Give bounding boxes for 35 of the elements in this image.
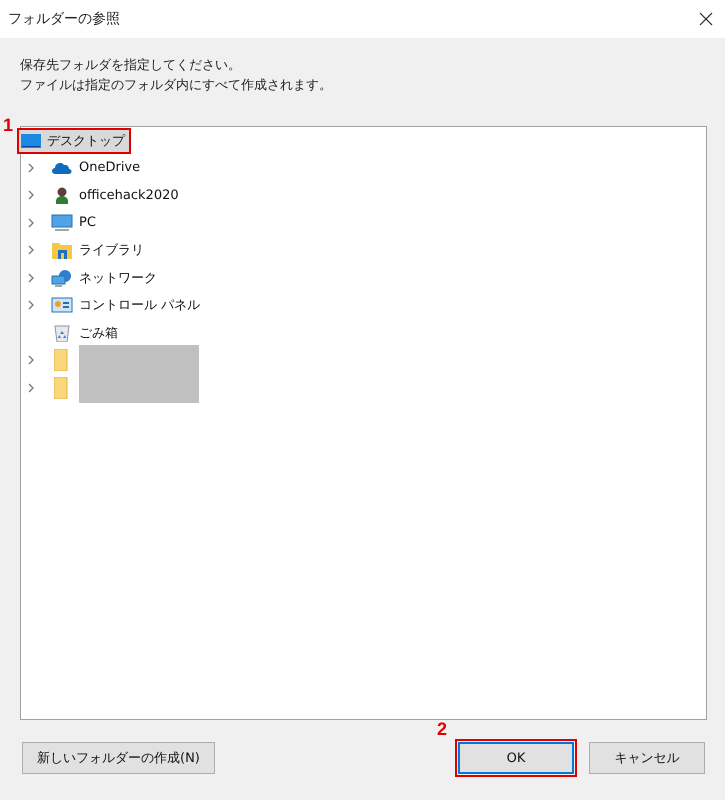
tree-item[interactable]: ネットワーク [79,268,157,287]
dialog-button[interactable]: OK [458,742,574,774]
expand-chevron-icon[interactable] [28,382,35,393]
close-icon[interactable] [699,12,713,26]
user-icon [54,186,70,204]
expand-chevron-icon[interactable] [28,300,35,310]
expand-chevron-icon[interactable] [28,190,35,200]
cloud-icon [52,162,72,174]
tree-item[interactable]: コントロール パネル [79,296,200,314]
tree-item[interactable]: officehack2020 [79,188,179,203]
instruction-text: ファイルは指定のフォルダ内にすべて作成されます。 [20,77,333,94]
recycle-bin-icon [54,324,70,342]
expand-chevron-icon[interactable] [28,162,35,173]
expand-chevron-icon[interactable] [28,355,35,366]
tree-item[interactable]: OneDrive [79,160,140,176]
folder-icon [54,376,70,399]
window-title: フォルダーの参照 [8,10,120,28]
dialog-button[interactable]: キャンセル [589,742,705,774]
expand-chevron-icon[interactable] [28,245,35,256]
library-folder-icon [52,241,72,260]
tree-item[interactable]: ライブラリ [79,241,144,260]
tree-item[interactable]: デスクトップ [19,130,129,152]
callout-number: 2 [437,719,448,740]
folder-icon [54,349,70,372]
tree-item[interactable]: PC [79,215,96,230]
expand-chevron-icon[interactable] [28,218,35,228]
instruction-text: 保存先フォルダを指定してください。 [20,57,242,74]
network-icon [51,268,73,287]
monitor-icon [51,214,73,232]
control-panel-icon [51,296,73,314]
tree-item[interactable]: ごみ箱 [79,324,118,342]
dialog-button[interactable]: 新しいフォルダーの作成(N) [22,742,215,774]
desktop-icon [21,134,41,148]
expand-chevron-icon[interactable] [28,272,35,283]
callout-number: 1 [3,115,14,136]
